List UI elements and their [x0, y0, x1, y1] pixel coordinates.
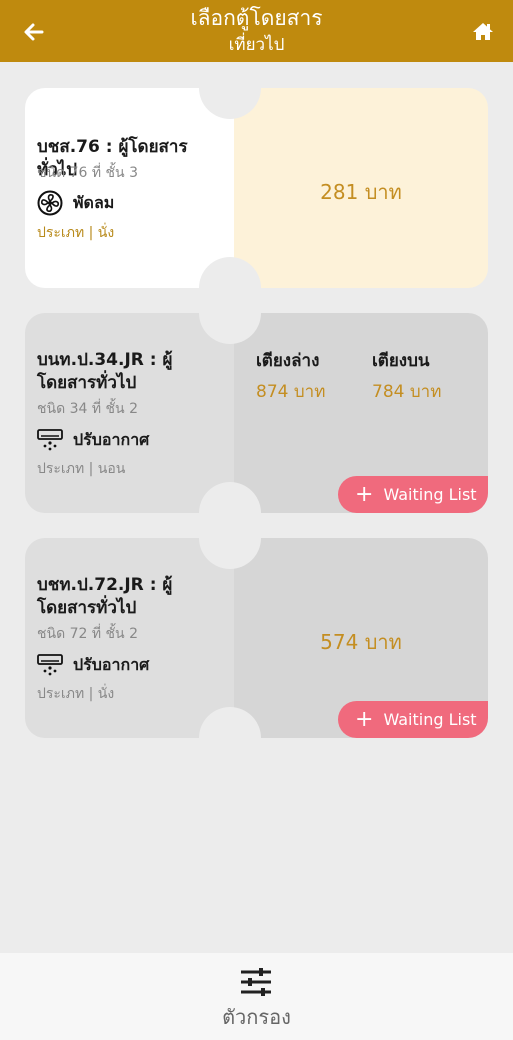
car-price: 574 บาท	[320, 630, 402, 654]
page-subtitle: เที่ยวไป	[228, 35, 285, 55]
car-price-area: เตียงล่าง 874 บาท เตียงบน 784 บาท + Wait…	[234, 313, 488, 513]
air-conditioner-icon	[37, 427, 63, 453]
berth-lower-price: 874 บาท	[256, 382, 326, 402]
app-header: เลือกตู้โดยสาร เที่ยวไป	[0, 0, 513, 62]
car-details: ชนิด 76 ที่ ชั้น 3	[37, 165, 138, 181]
car-card-info: บนท.ป.34.JR : ผู้โดยสารทั่วไป ชนิด 34 ที…	[25, 313, 234, 513]
sliders-icon	[240, 967, 272, 997]
car-card-3[interactable]: บชท.ป.72.JR : ผู้โดยสารทั่วไป ชนิด 72 ที…	[25, 538, 488, 738]
car-type: ปรับอากาศ	[37, 427, 149, 453]
home-icon[interactable]	[471, 20, 495, 44]
fan-icon	[37, 190, 63, 216]
car-type-label: ปรับอากาศ	[73, 654, 150, 674]
air-conditioner-icon	[37, 652, 63, 678]
waiting-list-button[interactable]: + Waiting List	[338, 476, 488, 513]
berth-lower-label: เตียงล่าง	[256, 351, 320, 371]
car-class: ประเภท | นั่ง	[37, 225, 115, 241]
car-card-info: บชท.ป.72.JR : ผู้โดยสารทั่วไป ชนิด 72 ที…	[25, 538, 234, 738]
car-price-area: 281 บาท	[234, 88, 488, 288]
car-class: ประเภท | นอน	[37, 461, 126, 477]
berth-upper-price: 784 บาท	[372, 382, 442, 402]
car-details: ชนิด 72 ที่ ชั้น 2	[37, 626, 138, 642]
car-name: บนท.ป.34.JR : ผู้โดยสารทั่วไป	[37, 350, 173, 393]
car-type: ปรับอากาศ	[37, 652, 149, 678]
page-title: เลือกตู้โดยสาร	[190, 6, 323, 30]
car-price-area: 574 บาท + Waiting List	[234, 538, 488, 738]
plus-icon: +	[355, 706, 374, 732]
car-type: พัดลม	[37, 190, 114, 216]
waiting-list-button[interactable]: + Waiting List	[338, 701, 488, 738]
berth-upper[interactable]: เตียงบน 784 บาท	[372, 347, 441, 405]
car-name: บชท.ป.72.JR : ผู้โดยสารทั่วไป	[37, 575, 173, 618]
car-card-info: บชส.76 : ผู้โดยสารทั่วไป ชนิด 76 ที่ ชั้…	[25, 88, 234, 288]
car-type-label: ปรับอากาศ	[73, 429, 150, 449]
car-details: ชนิด 34 ที่ ชั้น 2	[37, 401, 138, 417]
car-card-1[interactable]: บชส.76 : ผู้โดยสารทั่วไป ชนิด 76 ที่ ชั้…	[25, 88, 488, 288]
car-price: 281 บาท	[320, 180, 402, 204]
filter-button[interactable]: ตัวกรอง	[0, 953, 513, 1040]
car-type-label: พัดลม	[73, 192, 115, 212]
car-card-2[interactable]: บนท.ป.34.JR : ผู้โดยสารทั่วไป ชนิด 34 ที…	[25, 313, 488, 513]
plus-icon: +	[355, 481, 374, 507]
berth-upper-label: เตียงบน	[372, 351, 430, 371]
berth-lower[interactable]: เตียงล่าง 874 บาท	[256, 347, 325, 405]
filter-label: ตัวกรอง	[222, 1005, 291, 1029]
waiting-list-label: Waiting List	[383, 485, 477, 504]
car-class: ประเภท | นั่ง	[37, 686, 115, 702]
waiting-list-label: Waiting List	[383, 710, 477, 729]
